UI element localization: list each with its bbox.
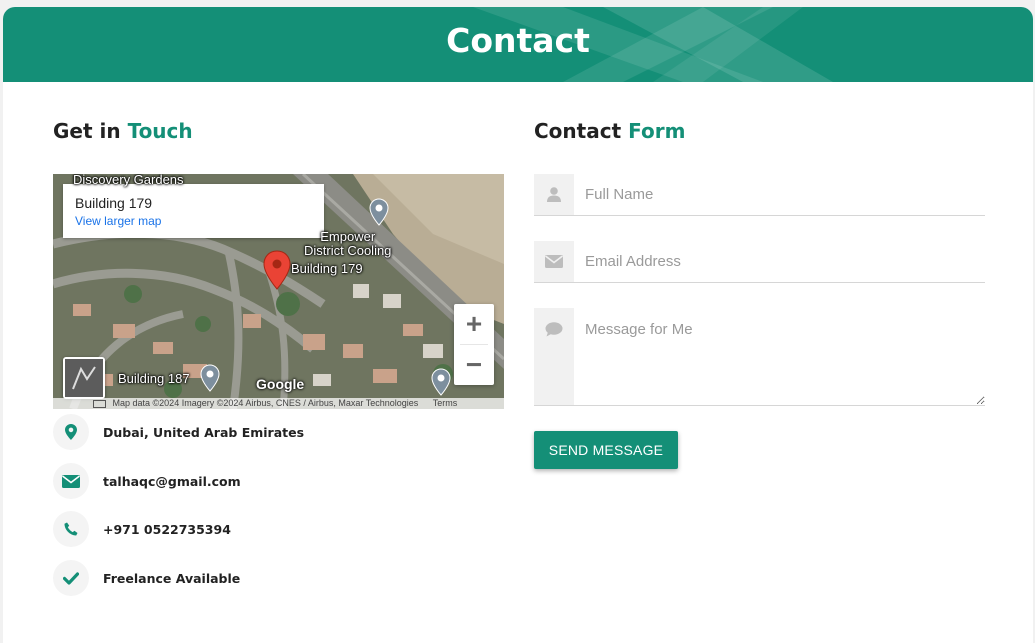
contact-info-email: talhaqc@gmail.com [53, 463, 241, 499]
heading-prefix: Contact [534, 119, 622, 143]
contact-card: Contact Get in Touch Building 179 View l… [3, 7, 1033, 643]
poi-marker-icon[interactable] [200, 364, 220, 392]
full-name-field [534, 174, 985, 216]
message-field [534, 308, 985, 406]
heading-accent: Form [628, 119, 686, 143]
message-textarea[interactable] [574, 308, 985, 405]
contact-banner: Contact [3, 7, 1033, 82]
google-logo: Google [256, 376, 305, 392]
phone-icon [53, 511, 89, 547]
embedded-map[interactable]: Building 179 View larger map Discovery G… [53, 174, 504, 409]
map-label-discovery: Discovery Gardens [73, 174, 184, 187]
map-attribution-bar: Map data ©2024 Imagery ©2024 Airbus, CNE… [53, 398, 504, 409]
get-in-touch-heading: Get in Touch [53, 119, 193, 143]
keyboard-shortcuts-icon[interactable] [93, 399, 106, 408]
phone-text[interactable]: +971 0522735394 [103, 522, 231, 537]
map-layer-icon [65, 359, 103, 397]
map-info-window: Building 179 View larger map [63, 184, 324, 238]
map-attribution-text: Map data ©2024 Imagery ©2024 Airbus, CNE… [112, 398, 419, 408]
map-label-building-187: Building 187 [118, 371, 190, 386]
comment-icon [534, 308, 574, 405]
location-text: Dubai, United Arab Emirates [103, 424, 305, 440]
page-title: Contact [446, 21, 590, 60]
map-place-name: Building 179 [75, 195, 153, 211]
map-zoom-controls: + − [454, 304, 494, 385]
map-label-building-179: Building 179 [291, 261, 363, 276]
map-layer-toggle[interactable] [63, 357, 105, 399]
email-text[interactable]: talhaqc@gmail.com [103, 474, 241, 489]
user-icon [534, 174, 574, 215]
contact-info-phone: +971 0522735394 [53, 511, 231, 547]
availability-text: Freelance Available [103, 570, 241, 586]
email-field [534, 241, 985, 283]
contact-form-heading: Contact Form [534, 119, 685, 143]
envelope-icon [534, 241, 574, 282]
map-terms-link[interactable]: Terms [433, 398, 458, 409]
zoom-in-button[interactable]: + [454, 304, 494, 344]
contact-info-availability: Freelance Available [53, 560, 240, 596]
zoom-out-button[interactable]: − [454, 345, 494, 385]
heading-prefix: Get in [53, 119, 121, 143]
envelope-icon [53, 463, 89, 499]
check-icon [53, 560, 89, 596]
map-marker-icon [53, 414, 89, 450]
send-message-button[interactable]: SEND MESSAGE [534, 431, 678, 469]
heading-accent: Touch [127, 119, 193, 143]
map-label-empower: Empower District Cooling [304, 229, 392, 258]
location-pin-icon[interactable] [263, 250, 291, 290]
view-larger-map-link[interactable]: View larger map [75, 214, 312, 228]
contact-info-location: Dubai, United Arab Emirates [53, 414, 304, 450]
poi-marker-icon[interactable] [369, 198, 389, 226]
poi-marker-icon[interactable] [431, 368, 451, 396]
full-name-input[interactable] [574, 174, 985, 215]
email-input[interactable] [574, 241, 985, 282]
